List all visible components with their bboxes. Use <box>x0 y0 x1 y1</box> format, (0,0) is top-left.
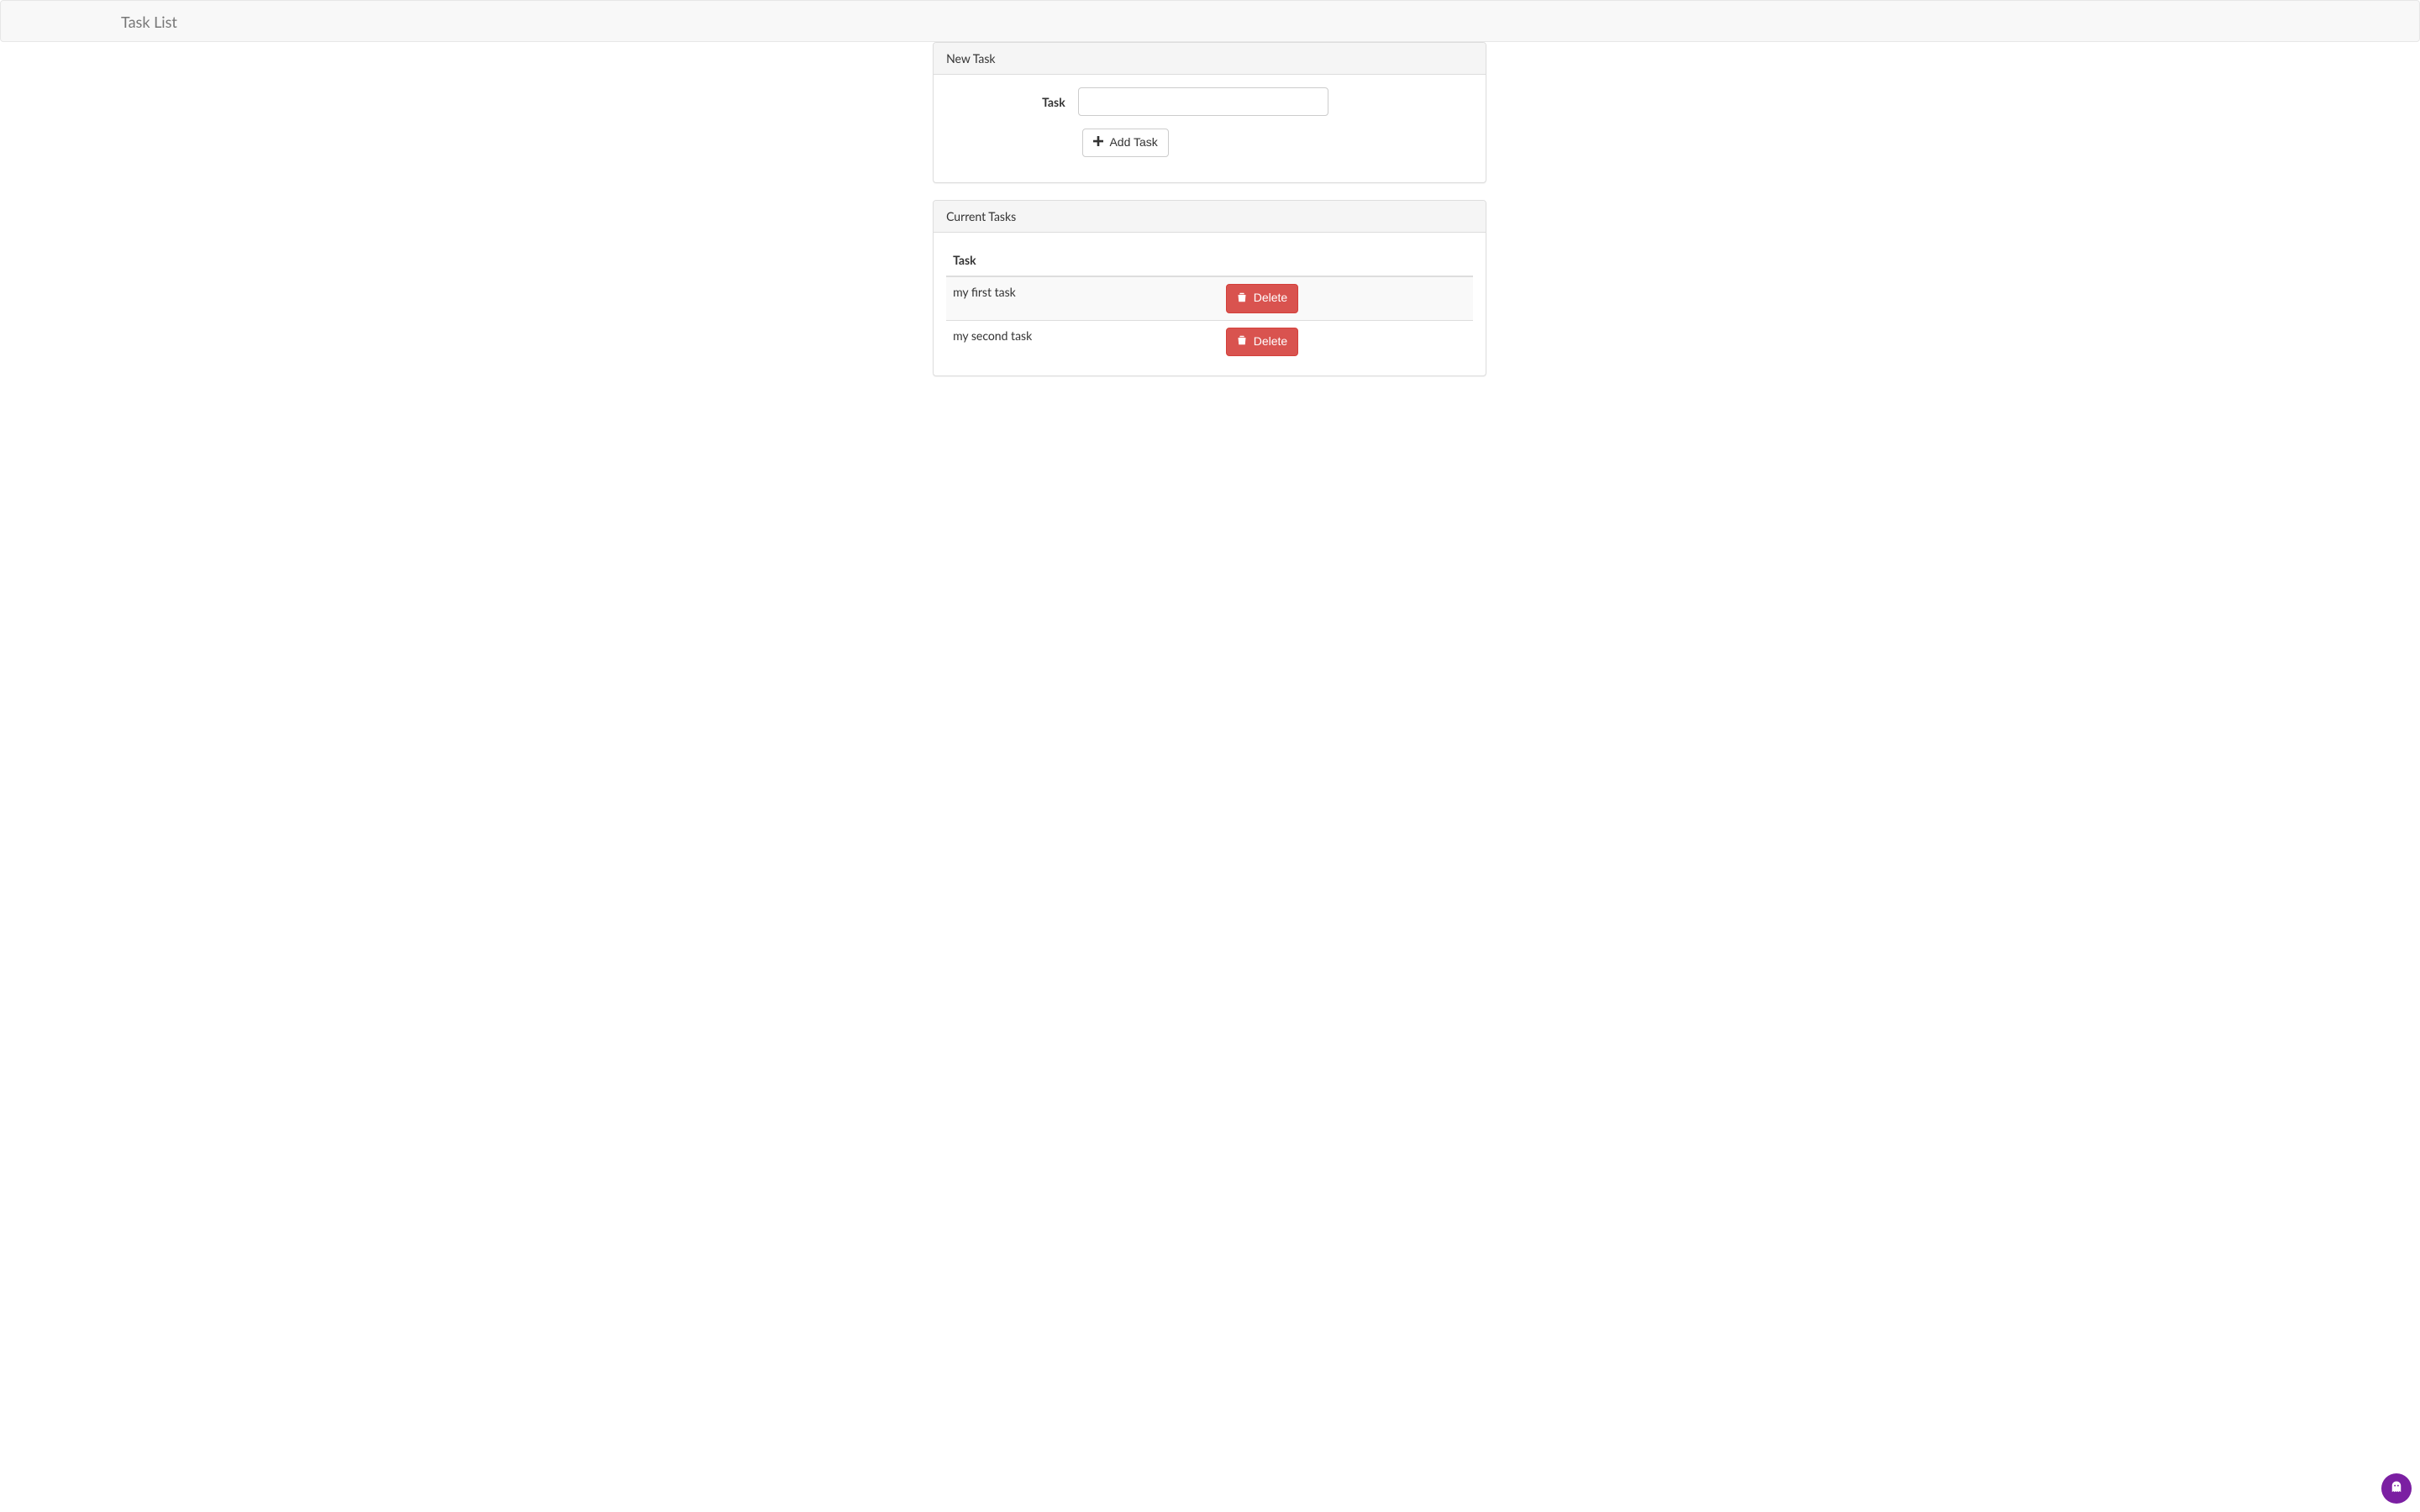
new-task-panel: New Task Task <box>933 42 1486 183</box>
add-task-button[interactable]: Add Task <box>1082 129 1169 157</box>
help-fab[interactable] <box>2381 1473 2412 1504</box>
delete-button-label: Delete <box>1254 334 1287 348</box>
task-name: my second task <box>953 328 1213 344</box>
trash-icon <box>1237 333 1247 350</box>
task-input-wrapper <box>1078 87 1341 116</box>
add-task-button-label: Add Task <box>1109 135 1157 149</box>
delete-button-label: Delete <box>1254 291 1287 304</box>
new-task-panel-body: Task Add Task <box>934 75 1486 182</box>
table-row: my second task Delete <box>946 320 1473 363</box>
navbar-brand[interactable]: Task List <box>108 1 190 43</box>
trash-icon <box>1237 291 1247 307</box>
content-column: New Task Task <box>920 42 1499 376</box>
task-table: Task my first task Deletemy second task … <box>946 245 1473 363</box>
task-name-cell: my first task <box>946 276 1219 320</box>
table-row: my first task Delete <box>946 276 1473 320</box>
task-name: my first task <box>953 284 1213 301</box>
main-container: New Task Task <box>627 42 1793 376</box>
ghost-icon <box>2389 1480 2404 1498</box>
add-task-group: Add Task <box>946 129 1473 157</box>
new-task-form: Task Add Task <box>946 87 1473 157</box>
task-table-header-actions <box>1219 245 1473 276</box>
add-task-button-wrapper: Add Task <box>1082 129 1345 157</box>
current-tasks-panel-body: Task my first task Deletemy second task … <box>934 233 1486 375</box>
delete-task-button[interactable]: Delete <box>1226 328 1298 356</box>
navbar: Task List <box>0 0 2420 42</box>
task-name-cell: my second task <box>946 320 1219 363</box>
current-tasks-panel: Current Tasks Task my first task Deletem… <box>933 200 1486 376</box>
task-input[interactable] <box>1078 87 1328 116</box>
delete-task-button[interactable]: Delete <box>1226 284 1298 312</box>
task-table-header: Task <box>946 245 1219 276</box>
task-action-cell: Delete <box>1219 276 1473 320</box>
task-form-group: Task <box>946 87 1473 116</box>
task-label: Task <box>946 87 1078 116</box>
task-action-cell: Delete <box>1219 320 1473 363</box>
new-task-panel-heading: New Task <box>934 43 1486 75</box>
plus-icon <box>1093 134 1103 151</box>
current-tasks-panel-heading: Current Tasks <box>934 201 1486 233</box>
